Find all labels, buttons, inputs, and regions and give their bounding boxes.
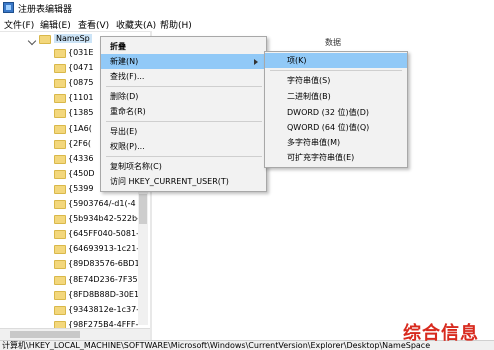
tree-item-label: NameSp [54, 34, 92, 43]
folder-icon [54, 170, 66, 179]
menu-item-collapse[interactable]: 折叠 [110, 39, 126, 54]
tree-item[interactable]: {89D83576-6BD1- [52, 258, 138, 271]
menu-item-goto-hkcu[interactable]: 访问 HKEY_CURRENT_USER(T) [110, 174, 229, 189]
submenu-item-multi-string-value[interactable]: 多字符串值(M) [287, 135, 340, 150]
menu-separator [106, 121, 262, 122]
menu-item-export[interactable]: 导出(E) [110, 124, 137, 139]
submenu-item-qword-value[interactable]: QWORD (64 位)值(Q) [287, 120, 369, 135]
scrollbar-thumb[interactable] [139, 194, 147, 224]
tree-item-label: {0471 [68, 63, 94, 72]
folder-icon [54, 276, 66, 285]
menu-view[interactable]: 查看(V) [78, 18, 109, 31]
submenu-item-dword-value[interactable]: DWORD (32 位)值(D) [287, 105, 369, 120]
menu-item-permissions[interactable]: 权限(P)... [110, 139, 145, 154]
tree-item[interactable]: {64693913-1c21-4 [52, 243, 138, 256]
folder-icon [54, 79, 66, 88]
tree-vertical-scrollbar[interactable] [138, 190, 148, 325]
tree-horizontal-scrollbar[interactable] [0, 328, 150, 340]
tree-item-label: {5399 [68, 184, 94, 193]
folder-icon [54, 245, 66, 254]
menu-item-new[interactable]: 新建(N) [101, 54, 266, 69]
folder-icon [54, 64, 66, 73]
submenu-item-string-value[interactable]: 字符串值(S) [287, 73, 330, 88]
submenu-item-binary-value[interactable]: 二进制值(B) [287, 89, 331, 104]
tree-item-label: {64693913-1c21-4 [68, 244, 138, 253]
menu-item-find[interactable]: 查找(F)... [110, 69, 144, 84]
tree-item[interactable]: {8FD8B88D-30E1- [52, 289, 138, 302]
tree-item-label: {645FF040-5081-1 [68, 229, 138, 238]
folder-icon [54, 215, 66, 224]
window-title: 注册表编辑器 [18, 5, 73, 15]
folder-icon [54, 155, 66, 164]
folder-icon [54, 49, 66, 58]
tree-item[interactable]: {5903764/-d1(-4 [52, 198, 138, 211]
scrollbar-thumb[interactable] [10, 331, 80, 338]
tree-item-label: {5903764/-d1(-4 [68, 199, 136, 208]
watermark-text: 综合信息 [403, 323, 479, 344]
tree-item-label: {1A6( [68, 124, 92, 133]
tree-item[interactable]: {645FF040-5081-1 [52, 228, 138, 241]
tree-item-label: {8FD8B88D-30E1- [68, 290, 138, 299]
folder-icon [54, 291, 66, 300]
folder-icon [54, 230, 66, 239]
tree-item-label: {031E [68, 48, 94, 57]
tree-item-label: {9343812e-1c37-4 [68, 305, 138, 314]
folder-icon [54, 200, 66, 209]
tree-item-label: {1101 [68, 93, 94, 102]
menu-file[interactable]: 文件(F) [4, 18, 34, 31]
menu-item-rename[interactable]: 重命名(R) [110, 104, 146, 119]
folder-icon [39, 35, 51, 44]
folder-icon [54, 260, 66, 269]
regedit-icon [3, 2, 14, 13]
menu-help[interactable]: 帮助(H) [160, 18, 192, 31]
folder-icon [54, 94, 66, 103]
folder-icon [54, 306, 66, 315]
menu-separator [270, 70, 402, 71]
tree-item-label: {8E74D236-7F35- [68, 275, 138, 284]
menu-separator [106, 86, 262, 87]
tree-item-label: {5b934b42-522b- [68, 214, 138, 223]
menu-edit[interactable]: 编辑(E) [40, 18, 71, 31]
column-header-data[interactable]: 数据 [325, 37, 341, 48]
tree-item-label: {450D [68, 169, 95, 178]
folder-icon [54, 185, 66, 194]
tree-item-label: {4336 [68, 154, 94, 163]
tree-item[interactable]: {8E74D236-7F35- [52, 274, 138, 287]
tree-item[interactable]: {5b934b42-522b- [52, 213, 138, 226]
tree-item-label: {89D83576-6BD1- [68, 259, 138, 268]
folder-icon [54, 140, 66, 149]
tree-item-label: {1385 [68, 108, 94, 117]
submenu-item-key[interactable]: 项(K) [265, 53, 407, 68]
folder-icon [54, 109, 66, 118]
submenu-arrow-icon [254, 59, 258, 65]
folder-icon [54, 125, 66, 134]
menu-item-delete[interactable]: 删除(D) [110, 89, 138, 104]
title-bar: 注册表编辑器 [0, 0, 494, 15]
menu-bar: 文件(F) 编辑(E) 查看(V) 收藏夹(A) 帮助(H) [0, 15, 494, 31]
tree-item-label: {0875 [68, 78, 94, 87]
menu-item-copy-key-name[interactable]: 复制项名称(C) [110, 159, 162, 174]
menu-separator [106, 156, 262, 157]
tree-item-label: {2F6( [68, 139, 91, 148]
tree-item[interactable]: {9343812e-1c37-4 [52, 304, 138, 317]
submenu-item-expandable-string-value[interactable]: 可扩充字符串值(E) [287, 150, 354, 165]
menu-favorites[interactable]: 收藏夹(A) [116, 18, 156, 31]
